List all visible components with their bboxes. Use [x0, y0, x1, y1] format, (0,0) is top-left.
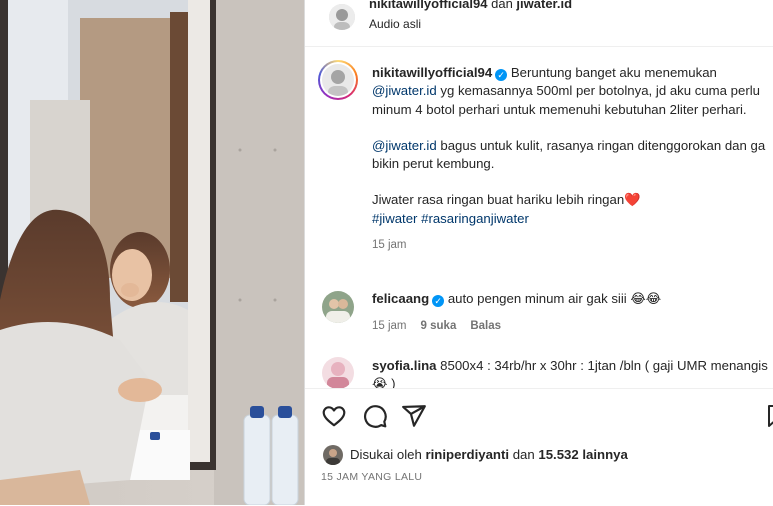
- verified-icon: ✓: [432, 295, 445, 307]
- reply-button[interactable]: Balas: [470, 320, 501, 332]
- verified-icon: ✓: [495, 69, 508, 81]
- hashtag-jiwater[interactable]: #jiwater: [372, 211, 417, 226]
- likes-middle: dan: [509, 447, 539, 462]
- comment-icon[interactable]: [362, 403, 388, 434]
- comment-avatar-syofia[interactable]: [322, 357, 354, 388]
- bookmark-icon[interactable]: [767, 403, 773, 434]
- comment-avatar-felicaang[interactable]: [322, 291, 354, 323]
- share-icon[interactable]: [401, 403, 427, 434]
- post-photo: [0, 0, 304, 505]
- caption-username[interactable]: nikitawillyofficial94: [372, 65, 492, 80]
- post-header: nikitawillyofficial94 dan jiwater.id Aud…: [305, 0, 773, 47]
- caption-mention-2[interactable]: @jiwater.id: [372, 138, 437, 153]
- comment-text: auto pengen minum air gak siii: [447, 291, 627, 306]
- comment-emojis: 😭: [372, 376, 388, 388]
- caption-time[interactable]: 15 jam: [372, 236, 772, 254]
- comment-felicaang: felicaang ✓ auto pengen minum air gak sii…: [372, 290, 772, 336]
- likes-avatar[interactable]: [323, 445, 343, 465]
- comment-meta: 15 jam 9 suka Balas: [372, 317, 772, 335]
- comment-username[interactable]: syofia.lina: [372, 358, 437, 373]
- audio-label[interactable]: Audio asli: [369, 17, 421, 31]
- caption-paragraph-1: nikitawillyofficial94 ✓ Beruntung banget …: [372, 64, 772, 119]
- caption-mention-1[interactable]: @jiwater.id: [372, 83, 437, 98]
- header-user-1[interactable]: nikitawillyofficial94: [369, 0, 488, 11]
- caption-hashtags: #jiwater #rasaringanjiwater: [372, 210, 772, 228]
- header-avatar[interactable]: [329, 4, 355, 30]
- hashtag-rasaringanjiwater[interactable]: #rasaringanjiwater: [421, 211, 529, 226]
- post-media-image[interactable]: [0, 0, 304, 505]
- comment-tail: ): [387, 376, 396, 388]
- header-connector: dan: [487, 0, 517, 11]
- header-user-2[interactable]: jiwater.id: [516, 0, 572, 11]
- post-details-panel: nikitawillyofficial94 dan jiwater.id Aud…: [304, 0, 773, 506]
- caption-avatar-image: [322, 64, 354, 96]
- actions-bar: Disukai oleh riniperdiyanti dan 15.532 l…: [305, 388, 773, 506]
- caption-paragraph-3: Jiwater rasa ringan buat hariku lebih ri…: [372, 191, 772, 209]
- comment-username[interactable]: felicaang: [372, 291, 429, 306]
- heart-icon[interactable]: [321, 403, 347, 434]
- header-title: nikitawillyofficial94 dan jiwater.id: [369, 0, 572, 12]
- caption: nikitawillyofficial94 ✓ Beruntung banget …: [372, 64, 772, 254]
- comment-text: 8500x4 : 34rb/hr x 30hr : 1jtan /bln ( g…: [440, 358, 768, 373]
- likes-avatar-image: [323, 445, 343, 465]
- post-timestamp[interactable]: 15 JAM YANG LALU: [321, 471, 422, 483]
- likes-summary: Disukai oleh riniperdiyanti dan 15.532 l…: [350, 447, 628, 462]
- comment-syofia: syofia.lina 8500x4 : 34rb/hr x 30hr : 1j…: [372, 357, 772, 388]
- caption-text-1a: Beruntung banget aku menemukan: [510, 65, 717, 80]
- comment-emojis: 😂😂: [630, 291, 662, 306]
- likes-user[interactable]: riniperdiyanti: [426, 447, 510, 462]
- heart-emoji: ❤️: [624, 192, 641, 208]
- comment-time[interactable]: 15 jam: [372, 320, 407, 332]
- comment-avatar-image: [322, 291, 354, 323]
- caption-avatar[interactable]: [318, 60, 358, 100]
- comment-avatar-image: [322, 357, 354, 388]
- likes-prefix: Disukai oleh: [350, 447, 426, 462]
- caption-paragraph-2: @jiwater.id bagus untuk kulit, rasanya r…: [372, 137, 772, 174]
- avatar-image: [329, 4, 355, 30]
- likes-count[interactable]: 15.532 lainnya: [538, 447, 627, 462]
- caption-text-3: Jiwater rasa ringan buat hariku lebih ri…: [372, 192, 625, 208]
- comment-likes[interactable]: 9 suka: [421, 320, 457, 332]
- comment-syofia-clip: syofia.lina 8500x4 : 34rb/hr x 30hr : 1j…: [305, 348, 773, 388]
